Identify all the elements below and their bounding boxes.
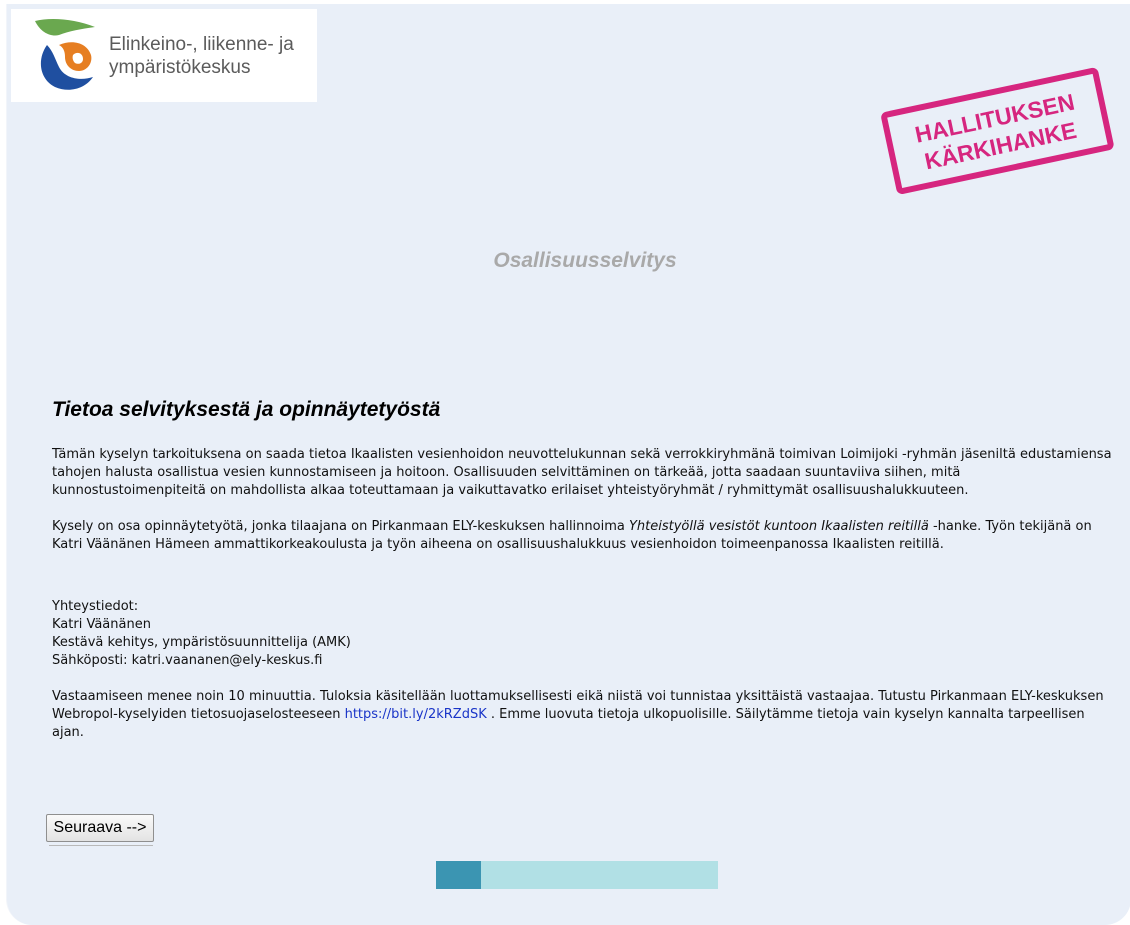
hallituksen-karkihanke-stamp: HALLITUKSEN KÄRKIHANKE <box>881 67 1114 194</box>
next-button[interactable]: Seuraava --> <box>46 814 154 842</box>
thesis-paragraph: Kysely on osa opinnäytetyötä, jonka tila… <box>52 518 1117 554</box>
survey-page: Elinkeino-, liikenne- ja ympäristökeskus… <box>6 4 1130 925</box>
privacy-paragraph: Vastaamiseen menee noin 10 minuuttia. Tu… <box>52 688 1117 742</box>
logo-line2: ympäristökeskus <box>109 57 251 78</box>
thesis-text-before: Kysely on osa opinnäytetyötä, jonka tila… <box>52 519 629 534</box>
contact-heading: Yhteystiedot: <box>52 599 139 614</box>
contact-name: Katri Väänänen <box>52 617 151 632</box>
project-name: Yhteistyöllä vesistöt kuntoon Ikaalisten… <box>628 519 929 534</box>
contact-email: Sähköposti: katri.vaananen@ely-keskus.fi <box>52 653 323 668</box>
section-heading: Tietoa selvityksestä ja opinnäytetyöstä <box>52 398 441 421</box>
survey-title: Osallisuusselvitys <box>493 249 677 272</box>
progress-bar-fill <box>436 861 482 889</box>
logo-line1: Elinkeino-, liikenne- ja <box>109 34 294 55</box>
intro-paragraph: Tämän kyselyn tarkoituksena on saada tie… <box>52 447 1112 498</box>
contact-title: Kestävä kehitys, ympäristösuunnittelija … <box>52 635 351 650</box>
privacy-policy-link[interactable]: https://bit.ly/2kRZdSK <box>345 707 487 722</box>
next-button-underline <box>49 845 153 846</box>
progress-bar <box>436 861 718 889</box>
ely-logo: Elinkeino-, liikenne- ja ympäristökeskus <box>11 9 317 102</box>
ely-leaf-icon <box>35 19 95 90</box>
survey-description: Tämän kyselyn tarkoituksena on saada tie… <box>52 446 1117 742</box>
contact-block: Yhteystiedot: Katri Väänänen Kestävä keh… <box>52 598 1117 670</box>
